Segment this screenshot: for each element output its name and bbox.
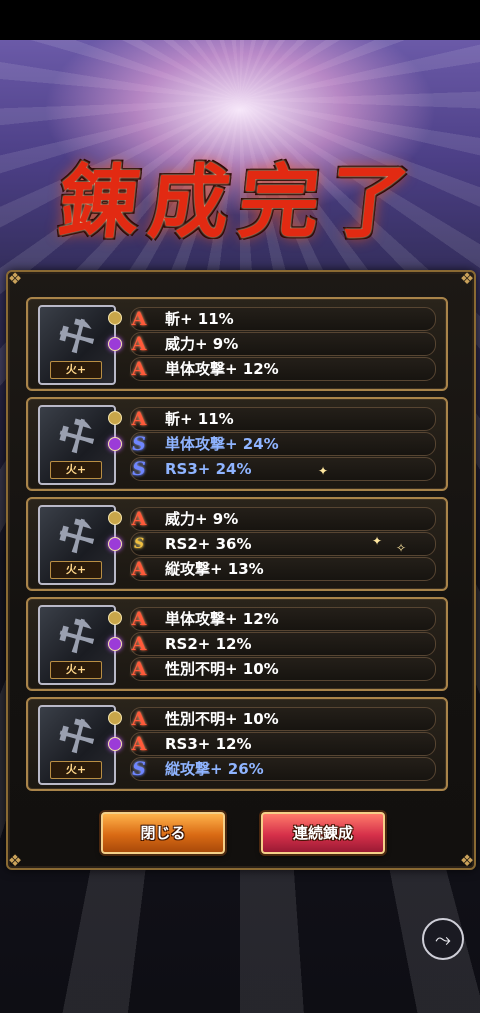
ornament-icon: ❖ (459, 851, 475, 870)
weapon-thumbnail: ⚒ 火+ (38, 405, 122, 485)
weapon-thumbnail: ⚒ 火+ (38, 505, 122, 585)
ability-text: 威力+ 9% (165, 510, 239, 528)
ability-text: RS2+ 36% (165, 535, 252, 553)
sparkle-icon: ✧ (396, 541, 407, 555)
ability-row: A 性別不明+ 10% (130, 657, 436, 681)
refine-result-card: ⚒ 火+ A 斬+ 11% A 威力+ 9% A 単体攻撃+ 12% (26, 297, 448, 391)
ability-text: 縦攻撃+ 13% (165, 560, 264, 578)
rank-ss-icon: S (133, 536, 145, 552)
ability-text: RS3+ 12% (165, 735, 252, 753)
ability-row: A 威力+ 9% (130, 332, 436, 356)
ability-row: A 単体攻撃+ 12% (130, 357, 436, 381)
element-tag: 火+ (50, 561, 102, 579)
ability-text: 斬+ 11% (165, 410, 234, 428)
weapon-type-icon (108, 311, 122, 325)
weapon-thumbnail: ⚒ 火+ (38, 605, 122, 685)
weapon-type-icon (108, 711, 122, 725)
refine-result-card: ⚒ 火+ A 単体攻撃+ 12% A RS2+ 12% A 性別不明+ 10% (26, 597, 448, 691)
rank-s-icon: S (132, 758, 146, 780)
continuous-refine-button[interactable]: 連続錬成 (261, 812, 385, 854)
weapon-thumbnail: ⚒ 火+ (38, 705, 122, 785)
page-title: 錬成完了 (54, 155, 425, 249)
ornament-icon: ❖ (7, 851, 23, 870)
ability-text: 性別不明+ 10% (165, 710, 279, 728)
ability-row: S RS2+ 36% (130, 532, 436, 556)
sparkle-icon: ✦ (372, 534, 383, 548)
refine-result-card: ⚒ 火+ A 威力+ 9% S RS2+ 36% A 縦攻撃+ 13% (26, 497, 448, 591)
sparkle-icon: ✦ (318, 464, 329, 478)
ability-text: 斬+ 11% (165, 310, 234, 328)
ability-row: A 威力+ 9% (130, 507, 436, 531)
ability-row: A RS2+ 12% (130, 632, 436, 656)
ability-row: S RS3+ 24% (130, 457, 436, 481)
ability-text: 単体攻撃+ 12% (165, 610, 279, 628)
ability-text: 性別不明+ 10% (165, 660, 279, 678)
rank-a-icon: A (131, 708, 147, 730)
ornament-icon: ❖ (7, 269, 23, 288)
rank-a-icon: A (131, 558, 147, 580)
element-tag: 火+ (50, 461, 102, 479)
gem-slot-icon (108, 337, 122, 351)
gem-slot-icon (108, 437, 122, 451)
close-button[interactable]: 閉じる (101, 812, 225, 854)
ability-row: A RS3+ 12% (130, 732, 436, 756)
rank-a-icon: A (131, 508, 147, 530)
element-tag: 火+ (50, 761, 102, 779)
element-tag: 火+ (50, 361, 102, 379)
ability-text: 単体攻撃+ 12% (165, 360, 279, 378)
ornament-icon: ❖ (459, 269, 475, 288)
ability-text: 縦攻撃+ 26% (165, 760, 264, 778)
rank-a-icon: A (131, 358, 147, 380)
share-icon[interactable]: ⤳ (422, 918, 464, 960)
weapon-thumbnail: ⚒ 火+ (38, 305, 122, 385)
ability-row: S 縦攻撃+ 26% (130, 757, 436, 781)
gem-slot-icon (108, 637, 122, 651)
rank-a-icon: A (131, 733, 147, 755)
weapon-type-icon (108, 411, 122, 425)
rank-a-icon: A (131, 633, 147, 655)
ability-row: A 縦攻撃+ 13% (130, 557, 436, 581)
ability-text: RS3+ 24% (165, 460, 252, 478)
ability-row: A 性別不明+ 10% (130, 707, 436, 731)
weapon-type-icon (108, 611, 122, 625)
gem-slot-icon (108, 737, 122, 751)
rank-a-icon: A (131, 608, 147, 630)
ability-row: S 単体攻撃+ 24% (130, 432, 436, 456)
rank-s-icon: S (132, 433, 146, 455)
rank-s-icon: S (132, 458, 146, 480)
gem-slot-icon (108, 537, 122, 551)
rank-a-icon: A (131, 658, 147, 680)
ability-row: A 斬+ 11% (130, 307, 436, 331)
rank-a-icon: A (131, 308, 147, 330)
refine-result-card: ⚒ 火+ A 斬+ 11% S 単体攻撃+ 24% S RS3+ 24% (26, 397, 448, 491)
rank-a-icon: A (131, 333, 147, 355)
refine-result-card: ⚒ 火+ A 性別不明+ 10% A RS3+ 12% S 縦攻撃+ 26% (26, 697, 448, 791)
ability-text: 威力+ 9% (165, 335, 239, 353)
ability-text: RS2+ 12% (165, 635, 252, 653)
element-tag: 火+ (50, 661, 102, 679)
ability-row: A 斬+ 11% (130, 407, 436, 431)
weapon-type-icon (108, 511, 122, 525)
ability-text: 単体攻撃+ 24% (165, 435, 279, 453)
rank-a-icon: A (131, 408, 147, 430)
status-bar (0, 0, 480, 40)
ability-row: A 単体攻撃+ 12% (130, 607, 436, 631)
